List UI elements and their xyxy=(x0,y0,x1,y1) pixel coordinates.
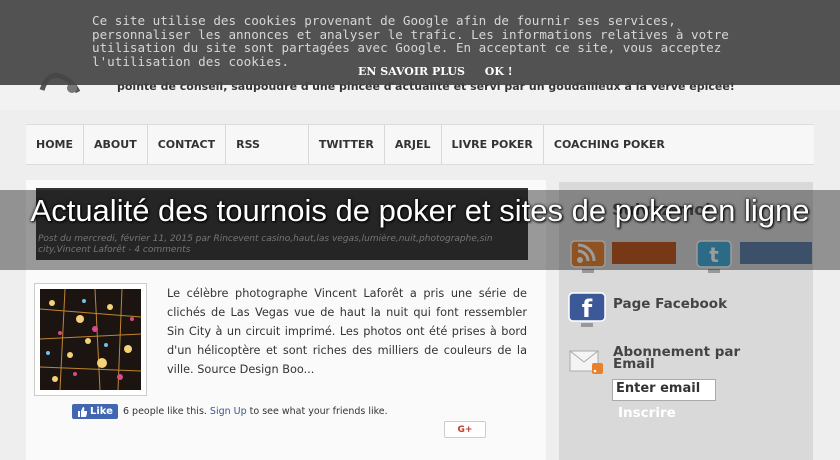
nav-item-twitter[interactable]: TWITTER xyxy=(309,125,385,164)
cookie-banner-text: Ce site utilise des cookies provenant de… xyxy=(92,13,729,69)
nav-item-home[interactable]: HOME xyxy=(26,125,85,164)
learn-more-link[interactable]: EN SAVOIR PLUS xyxy=(358,65,465,78)
nav-item-livre-poker[interactable]: LIVRE POKER xyxy=(442,125,544,164)
nav-item-rss[interactable]: RSS xyxy=(226,125,309,164)
main-nav: HOME ABOUT CONTACT RSS TWITTER ARJEL LIV… xyxy=(26,124,814,165)
nav-item-about[interactable]: ABOUT xyxy=(84,125,148,164)
facebook-like-button[interactable]: Like xyxy=(72,404,118,419)
accept-cookies-button[interactable]: OK ! xyxy=(485,65,513,78)
facebook-icon[interactable]: f xyxy=(568,292,606,328)
post-excerpt: Le célèbre photographe Vincent Laforêt a… xyxy=(167,287,527,376)
signup-suffix-text: to see what your friends like. xyxy=(249,406,388,417)
email-subscription-heading: Abonnement par Email xyxy=(613,344,741,372)
nav-item-contact[interactable]: CONTACT xyxy=(148,125,227,164)
nav-item-coaching-poker[interactable]: COACHING POKER xyxy=(544,125,675,164)
post-thumbnail[interactable] xyxy=(34,283,147,396)
las-vegas-night-photo xyxy=(40,289,141,390)
google-plus-button[interactable]: G+ xyxy=(444,421,486,438)
subscribe-button[interactable]: Inscrire xyxy=(612,405,682,427)
signup-link[interactable]: Sign Up xyxy=(210,406,247,417)
email-input[interactable]: Enter email xyxy=(612,379,716,401)
like-count-text: 6 people like this. xyxy=(122,406,207,417)
email-icon xyxy=(569,350,603,374)
svg-text:f: f xyxy=(582,295,593,323)
facebook-page-link[interactable]: Page Facebook xyxy=(613,296,727,312)
thumbs-up-icon xyxy=(78,406,87,417)
caption-title: Actualité des tournois de poker et sites… xyxy=(30,193,810,228)
nav-item-arjel[interactable]: ARJEL xyxy=(385,125,442,164)
like-button-label: Like xyxy=(90,406,113,417)
cookie-banner-actions: EN SAVOIR PLUS OK ! xyxy=(358,65,529,78)
facebook-like-widget: Like 6 people like this. Sign Up to see … xyxy=(72,404,388,419)
